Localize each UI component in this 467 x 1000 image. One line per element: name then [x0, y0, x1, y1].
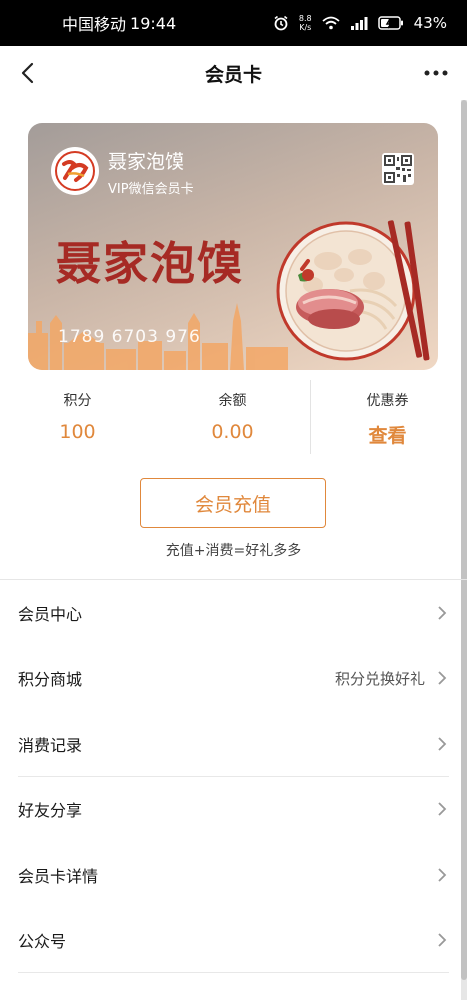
menu-item-card-details[interactable]: 会员卡详情 — [0, 842, 467, 908]
battery-percent: 43% — [413, 14, 447, 32]
food-bowl-illustration — [276, 220, 430, 361]
alarm-icon — [273, 15, 289, 31]
chevron-left-icon — [21, 62, 34, 84]
status-right: 8.8 K/s 43% — [273, 14, 447, 32]
stat-coupons[interactable]: 优惠券 查看 — [310, 378, 465, 456]
menu-item-points-mall[interactable]: 积分商城 积分兑换好礼 — [0, 646, 467, 712]
stat-points[interactable]: 积分 100 — [0, 378, 155, 456]
battery-icon — [377, 16, 404, 30]
nav-bar: 会员卡 — [0, 46, 467, 100]
menu-item-consumption-records[interactable]: 消费记录 — [0, 711, 467, 777]
chevron-right-icon — [435, 866, 449, 884]
chevron-right-icon — [435, 669, 449, 687]
carrier-label: 中国移动 — [62, 15, 127, 34]
menu-item-label: 消费记录 — [18, 735, 83, 755]
page-title: 会员卡 — [204, 63, 262, 86]
back-button[interactable] — [10, 56, 44, 90]
card-number: 1789 6703 976 — [58, 327, 201, 347]
clock-label: 19:44 — [130, 13, 177, 33]
menu-item-hint: 积分兑换好礼 — [334, 669, 425, 688]
card-type: VIP微信会员卡 — [108, 182, 194, 197]
menu-item-label: 公众号 — [18, 932, 67, 952]
stat-label: 积分 — [63, 393, 92, 409]
net-speed-value: 8.8 — [298, 14, 312, 23]
stat-label: 余额 — [218, 393, 247, 409]
wifi-icon — [322, 16, 340, 30]
menu-item-label: 好友分享 — [18, 801, 83, 821]
stat-label: 优惠券 — [366, 393, 409, 409]
shop-name: 聂家泡馍 — [108, 151, 185, 173]
menu-list: 会员中心 积分商城 积分兑换好礼 消费记录 好友分享 会员卡详情 公众号 — [0, 579, 467, 973]
net-speed: 8.8 K/s — [299, 14, 312, 32]
more-dots-icon — [424, 70, 448, 76]
stat-value: 100 — [59, 421, 96, 443]
status-bar: 中国移动 19:44 8.8 K/s 43% — [0, 0, 467, 46]
stat-value-link[interactable]: 查看 — [310, 421, 465, 448]
qr-code-icon[interactable] — [382, 153, 414, 185]
recharge-tip: 充值+消费=好礼多多 — [165, 543, 302, 559]
member-card[interactable]: 聂家泡馍 VIP微信会员卡 聂家泡馍 1789 6703 976 — [28, 123, 438, 370]
stat-value: 0.00 — [211, 421, 254, 443]
stats-row: 积分 100 余额 0.00 优惠券 查看 — [0, 378, 467, 456]
shop-logo — [51, 147, 99, 195]
chevron-right-icon — [435, 604, 449, 622]
menu-item-label: 积分商城 — [18, 670, 83, 690]
card-brand-title: 聂家泡馍 — [56, 237, 245, 290]
menu-item-label: 会员中心 — [18, 604, 83, 624]
menu-item-share-friends[interactable]: 好友分享 — [0, 777, 467, 843]
net-speed-unit: K/s — [299, 23, 312, 32]
chevron-right-icon — [435, 931, 449, 949]
recharge-button[interactable]: 会员充值 — [140, 478, 326, 528]
signal-icon — [350, 16, 368, 30]
stat-balance[interactable]: 余额 0.00 — [155, 378, 310, 456]
menu-item-member-center[interactable]: 会员中心 — [0, 580, 467, 646]
stats-divider — [310, 380, 311, 454]
chevron-right-icon — [435, 800, 449, 818]
menu-item-label: 会员卡详情 — [18, 866, 99, 886]
more-button[interactable] — [421, 60, 451, 86]
status-left: 中国移动 19:44 — [62, 11, 176, 35]
menu-item-official-account[interactable]: 公众号 — [0, 908, 467, 974]
chevron-right-icon — [435, 735, 449, 753]
